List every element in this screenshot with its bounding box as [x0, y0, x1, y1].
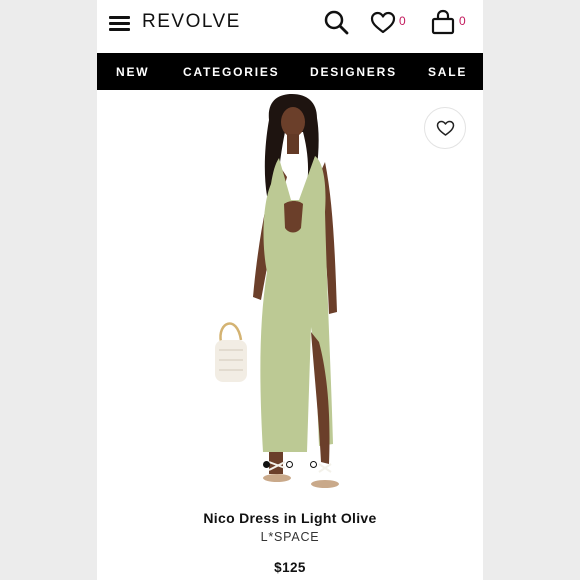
product-brand[interactable]: L*SPACE [97, 530, 483, 544]
backdrop-left [0, 0, 97, 580]
bag-icon[interactable] [430, 9, 456, 35]
carousel-dot[interactable] [286, 461, 293, 468]
product-image[interactable] [207, 92, 377, 502]
menu-icon[interactable] [109, 16, 130, 31]
carousel-indicator [257, 461, 323, 471]
carousel-dot[interactable] [310, 461, 317, 468]
header: REVOLVE 0 0 [97, 0, 483, 53]
product-price: $125 [274, 560, 306, 575]
heart-icon[interactable] [370, 11, 396, 35]
carousel-dot[interactable] [263, 461, 270, 468]
nav-item-sale[interactable]: SALE [428, 65, 467, 79]
product-name[interactable]: Nico Dress in Light Olive [97, 510, 483, 526]
cart-count: 0 [459, 14, 466, 28]
wishlist-count: 0 [399, 14, 406, 28]
favorite-button[interactable] [424, 107, 466, 149]
nav-item-designers[interactable]: DESIGNERS [310, 65, 397, 79]
nav-bar: NEW CATEGORIES DESIGNERS SALE [97, 53, 483, 90]
heart-outline-icon [436, 120, 455, 136]
mobile-screen: REVOLVE 0 0 NEW CATEGORIES DESIGNERS SAL… [97, 0, 483, 580]
backdrop-right [483, 0, 580, 580]
nav-item-new[interactable]: NEW [116, 65, 149, 79]
nav-item-categories[interactable]: CATEGORIES [183, 65, 279, 79]
search-icon[interactable] [323, 9, 350, 36]
brand-logo[interactable]: REVOLVE [142, 11, 241, 33]
